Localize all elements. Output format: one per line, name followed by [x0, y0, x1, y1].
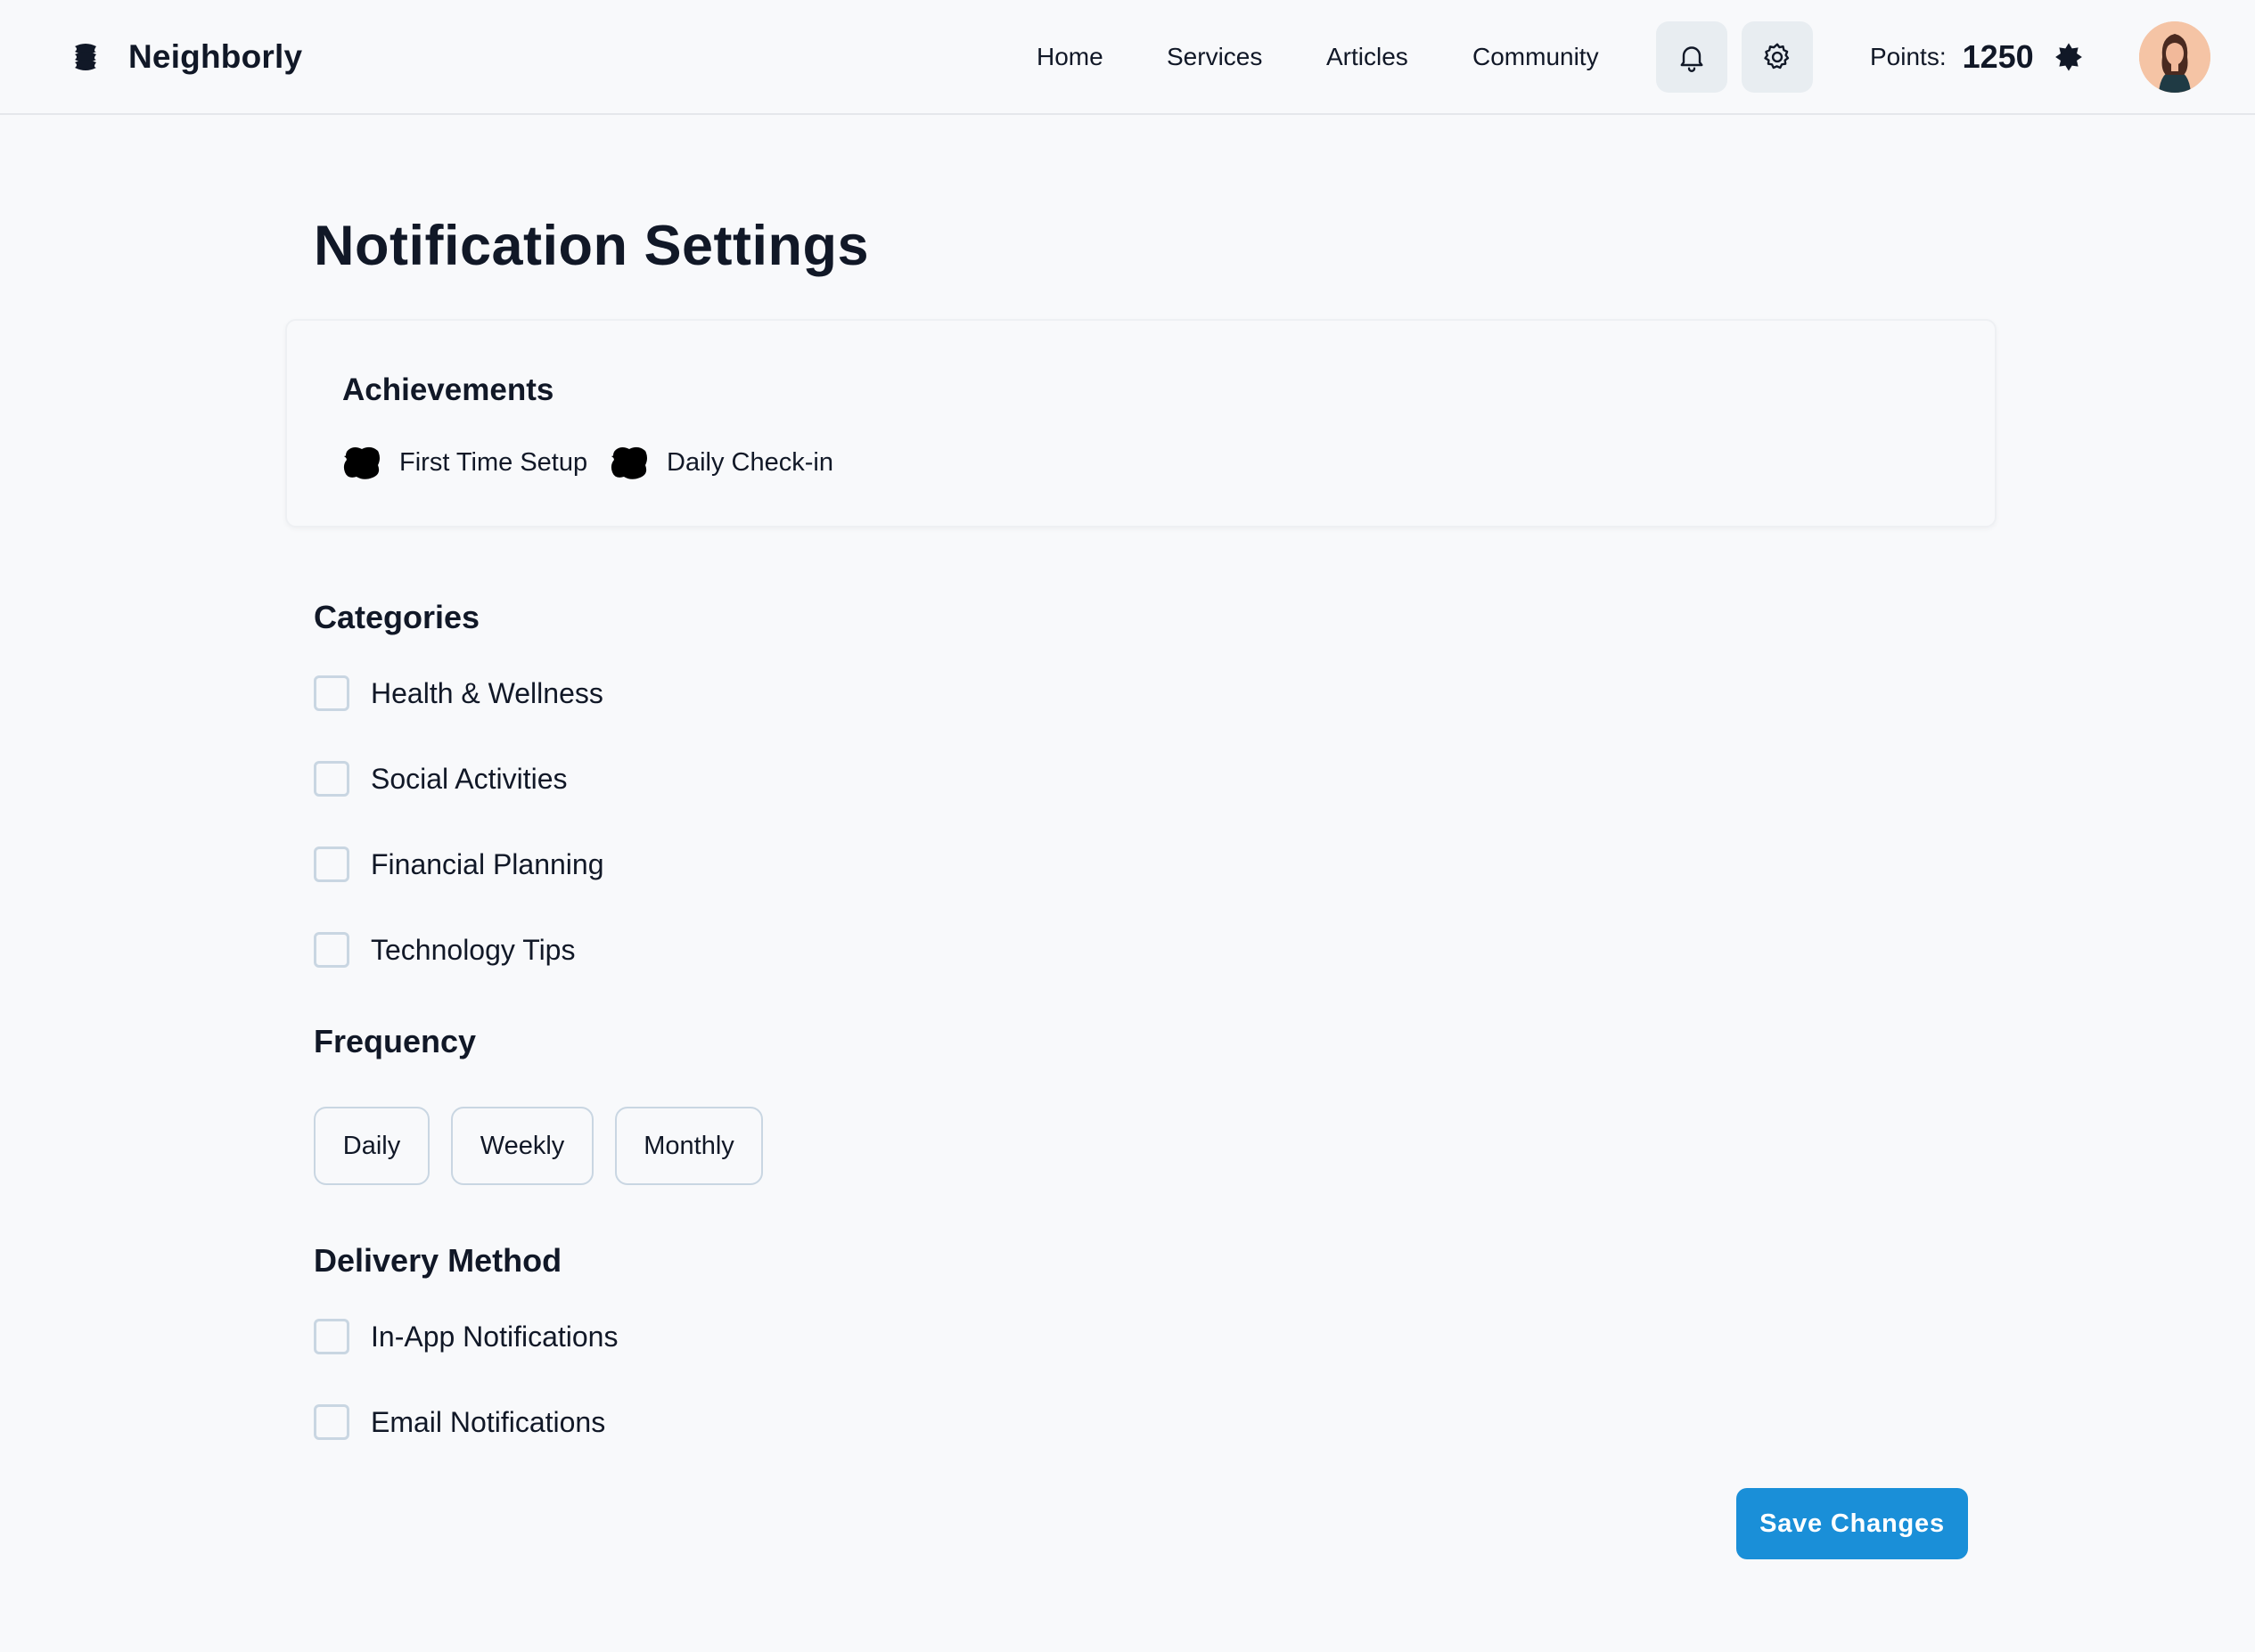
notifications-button[interactable] — [1656, 21, 1727, 93]
checkbox-label: Email Notifications — [371, 1405, 606, 1438]
achievement-icon — [611, 446, 647, 479]
badge-icon — [2054, 43, 2082, 71]
frequency-monthly-button[interactable]: Monthly — [615, 1107, 763, 1185]
points-value: 1250 — [1962, 38, 2034, 75]
avatar[interactable] — [2139, 21, 2210, 93]
bell-icon — [1680, 46, 1703, 72]
checkbox-label: In-App Notifications — [371, 1320, 619, 1353]
delivery-method-title: Delivery Method — [314, 1242, 562, 1279]
delivery-in-app[interactable]: In-App Notifications — [314, 1317, 618, 1356]
category-health-wellness[interactable]: Health & Wellness — [314, 674, 603, 713]
checkbox[interactable] — [314, 761, 349, 797]
settings-button[interactable] — [1742, 21, 1813, 93]
achievement-label: Daily Check-in — [667, 447, 833, 477]
checkbox[interactable] — [314, 846, 349, 882]
brand[interactable]: Neighborly — [70, 36, 302, 78]
category-financial-planning[interactable]: Financial Planning — [314, 845, 604, 884]
points-display: Points: 1250 — [1870, 34, 2084, 80]
logo-icon — [75, 44, 96, 70]
frequency-title: Frequency — [314, 1023, 477, 1059]
achievements-card: Achievements First Time Setup Daily Chec… — [285, 319, 1997, 527]
achievements-title: Achievements — [342, 372, 554, 407]
category-technology-tips[interactable]: Technology Tips — [314, 930, 575, 969]
checkbox[interactable] — [314, 1319, 349, 1354]
checkbox-label: Technology Tips — [371, 933, 576, 966]
delivery-email[interactable]: Email Notifications — [314, 1403, 605, 1442]
checkbox-label: Health & Wellness — [371, 676, 603, 709]
points-label: Points: — [1870, 43, 1947, 70]
save-changes-button[interactable]: Save Changes — [1736, 1488, 1968, 1559]
page-title: Notification Settings — [314, 215, 869, 277]
category-social-activities[interactable]: Social Activities — [314, 759, 568, 798]
user-avatar-icon — [2139, 21, 2210, 93]
achievement-daily-check-in: Daily Check-in — [610, 442, 833, 483]
nav-articles[interactable]: Articles — [1326, 37, 1408, 77]
nav-home[interactable]: Home — [1037, 37, 1103, 77]
checkbox[interactable] — [314, 675, 349, 711]
checkbox[interactable] — [314, 932, 349, 968]
achievement-icon — [343, 446, 380, 479]
frequency-weekly-button[interactable]: Weekly — [451, 1107, 594, 1185]
nav-services[interactable]: Services — [1167, 37, 1262, 77]
achievement-first-time-setup: First Time Setup — [342, 442, 587, 483]
categories-title: Categories — [314, 599, 480, 635]
brand-name: Neighborly — [128, 38, 303, 75]
nav-community[interactable]: Community — [1472, 37, 1599, 77]
gear-icon — [1764, 43, 1790, 70]
achievement-label: First Time Setup — [399, 447, 588, 477]
frequency-daily-button[interactable]: Daily — [314, 1107, 430, 1185]
checkbox[interactable] — [314, 1404, 349, 1440]
checkbox-label: Financial Planning — [371, 847, 604, 880]
top-navigation-bar: Neighborly Home Services Articles Commun… — [0, 0, 2255, 115]
checkbox-label: Social Activities — [371, 762, 568, 795]
